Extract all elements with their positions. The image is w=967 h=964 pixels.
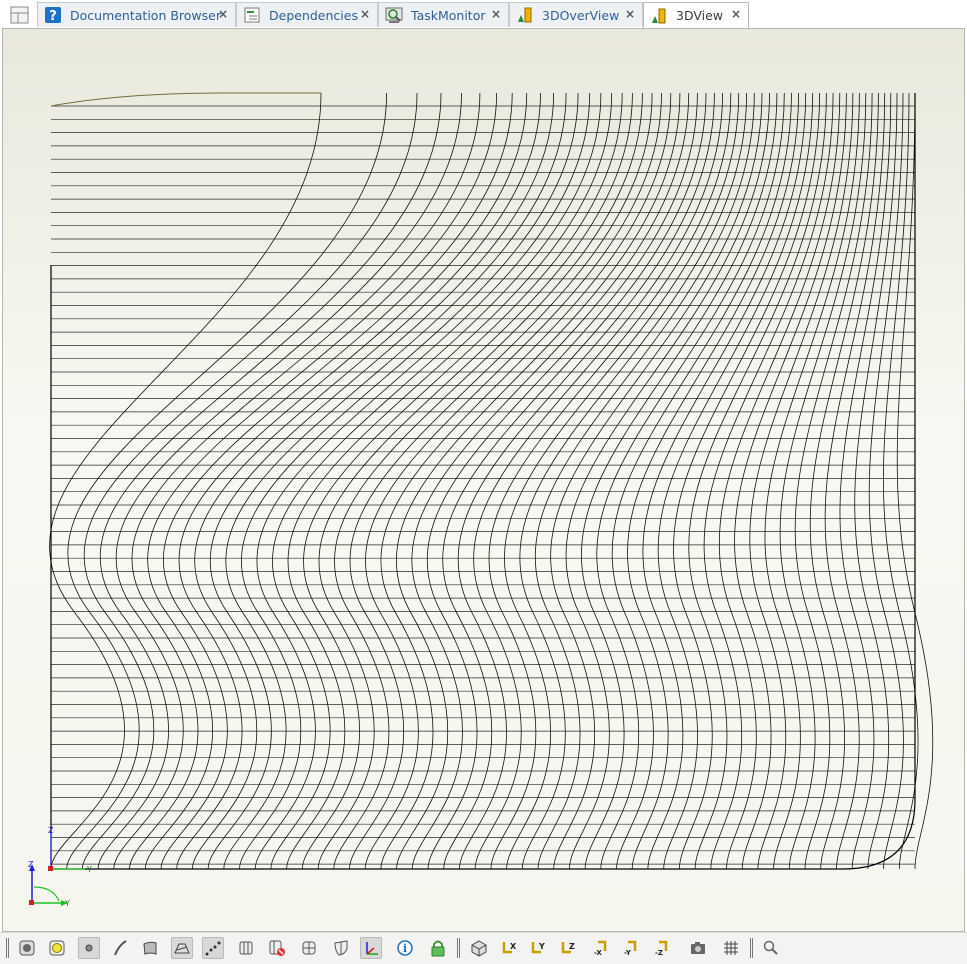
- rotate-minus-x-icon[interactable]: -X: [590, 937, 612, 959]
- surface-icon[interactable]: [139, 937, 161, 959]
- curve-icon[interactable]: [109, 937, 131, 959]
- view-toolbar: i X Y Z -X -Y -Z: [0, 932, 967, 964]
- tab-bar: ? Documentation Browser × Dependencies ×…: [0, 0, 967, 28]
- small-axis-y-label: Y: [86, 865, 92, 874]
- wireframe-icon[interactable]: [171, 937, 193, 959]
- rotate-z-icon[interactable]: Z: [557, 937, 579, 959]
- mesh-curve: [488, 92, 732, 870]
- tab-dependencies[interactable]: Dependencies ×: [236, 2, 378, 27]
- lock-icon[interactable]: [427, 937, 449, 959]
- toolbar-grip: [6, 938, 9, 958]
- point-icon[interactable]: [78, 937, 100, 959]
- mesh-curve: [809, 92, 879, 870]
- mesh-curve: [286, 92, 613, 870]
- zoom-icon[interactable]: [760, 937, 782, 959]
- mesh-curve: [565, 92, 770, 870]
- svg-text:?: ?: [49, 9, 57, 24]
- top-edge-curve: [50, 92, 321, 107]
- close-icon[interactable]: ×: [731, 7, 741, 21]
- mesh-curve: [657, 92, 814, 870]
- tab-3doverview[interactable]: 3DOverView ×: [509, 2, 643, 27]
- tab-3dview[interactable]: 3DView ×: [643, 2, 749, 28]
- tab-label: 3DView: [676, 8, 724, 23]
- 3d-viewport[interactable]: Z Y Z Y: [2, 28, 965, 932]
- chart-3d-icon: [516, 6, 534, 24]
- mesh-curve: [688, 92, 827, 870]
- box-icon[interactable]: [298, 937, 320, 959]
- mesh-curve: [364, 92, 662, 870]
- mesh-curve: [442, 92, 707, 870]
- mesh-curve: [49, 92, 322, 870]
- help-icon: ?: [44, 6, 62, 24]
- delete-section-icon[interactable]: [266, 937, 288, 959]
- mesh-curve: [301, 92, 623, 870]
- rotate-minus-y-label: -Y: [624, 949, 632, 957]
- rotate-y-label: Y: [538, 942, 545, 951]
- mesh-curve: [333, 92, 643, 870]
- dotted-points-icon[interactable]: [202, 937, 224, 959]
- grid-icon[interactable]: [720, 937, 742, 959]
- shaded-icon[interactable]: [46, 937, 68, 959]
- close-icon[interactable]: ×: [491, 7, 501, 21]
- mesh-curve: [380, 92, 672, 870]
- mesh-curve: [129, 92, 481, 870]
- mesh-curve: [270, 92, 602, 870]
- mesh-curve: [868, 92, 904, 870]
- mesh-curve: [349, 92, 653, 870]
- layout-icon[interactable]: [9, 4, 31, 26]
- rotate-x-label: X: [510, 942, 517, 951]
- tab-label: 3DOverView: [542, 7, 620, 23]
- tab-label: Documentation Browser: [70, 7, 221, 23]
- mesh-curve: [854, 92, 898, 870]
- mesh-curve: [396, 92, 681, 870]
- monitor-icon: [385, 6, 403, 24]
- mesh-curve: [718, 92, 841, 870]
- rotate-minus-y-icon[interactable]: -Y: [620, 937, 642, 959]
- display-mode-icon[interactable]: [16, 937, 38, 959]
- wireframe-mesh: Z Y Z Y: [28, 92, 934, 908]
- tab-taskmonitor[interactable]: TaskMonitor ×: [378, 2, 509, 27]
- stream-curves: [49, 92, 934, 870]
- rotate-y-icon[interactable]: Y: [527, 937, 549, 959]
- chart-3d-icon: [650, 7, 668, 25]
- mesh-curve: [411, 92, 690, 870]
- camera-icon[interactable]: [687, 937, 709, 959]
- rotate-z-label: Z: [569, 942, 575, 951]
- mesh-curve: [519, 92, 747, 870]
- section-icon[interactable]: [235, 937, 257, 959]
- rotate-minus-z-icon[interactable]: -Z: [651, 937, 673, 959]
- close-icon[interactable]: ×: [360, 7, 370, 21]
- dependencies-icon: [243, 6, 261, 24]
- small-axis-z-label: Z: [48, 826, 54, 835]
- mesh-curve: [534, 92, 755, 870]
- close-icon[interactable]: ×: [625, 7, 635, 21]
- shield-icon[interactable]: [330, 937, 352, 959]
- mesh-curve: [764, 92, 860, 870]
- tab-label: Dependencies: [269, 7, 358, 23]
- mesh-curve: [779, 92, 867, 870]
- rotate-x-icon[interactable]: X: [498, 937, 520, 959]
- tab-documentation-browser[interactable]: ? Documentation Browser ×: [37, 2, 236, 27]
- origin-axis-triad: Z Y: [48, 826, 92, 874]
- rotate-minus-z-label: -Z: [655, 949, 663, 957]
- rotate-minus-x-label: -X: [594, 949, 602, 957]
- close-icon[interactable]: ×: [218, 7, 228, 21]
- axes-icon[interactable]: [360, 937, 382, 959]
- mesh-curve: [627, 92, 799, 870]
- mesh-curve: [254, 92, 591, 870]
- tab-label: TaskMonitor: [411, 7, 486, 23]
- axis-z-label: Z: [28, 860, 34, 869]
- svg-text:i: i: [403, 942, 407, 955]
- info-icon[interactable]: i: [394, 937, 416, 959]
- isometric-view-icon[interactable]: [468, 937, 490, 959]
- toolbar-separator: [750, 938, 753, 958]
- mesh-curve: [749, 92, 854, 870]
- mesh-curve: [457, 92, 715, 870]
- axis-y-label: Y: [64, 899, 70, 908]
- mesh-curve: [223, 92, 567, 870]
- toolbar-separator: [457, 938, 460, 958]
- mesh-curve: [673, 92, 820, 870]
